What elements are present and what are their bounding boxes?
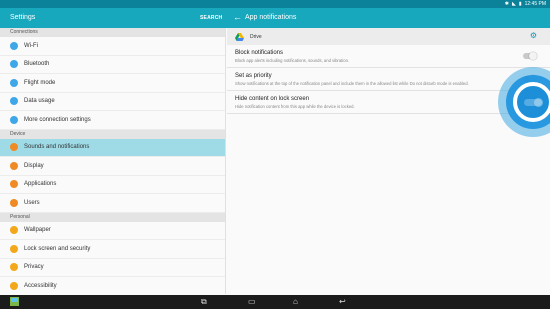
- sidebar-item-label: Privacy: [24, 264, 44, 271]
- sidebar-item-display[interactable]: Display: [0, 157, 225, 176]
- block-notifications-toggle[interactable]: [523, 52, 537, 60]
- display-icon: [10, 161, 18, 170]
- pref-title: Block notifications: [235, 50, 284, 56]
- sidebar-item-accessibility[interactable]: Accessibility: [0, 277, 225, 296]
- sidebar-item-privacy[interactable]: Privacy: [0, 259, 225, 277]
- sidebar-item-label: Lock screen and security: [24, 245, 91, 252]
- gallery-icon[interactable]: [10, 297, 19, 308]
- users-icon: [10, 198, 18, 207]
- more-connections-icon: [10, 115, 18, 124]
- sidebar-item-wallpaper[interactable]: Wallpaper: [0, 222, 225, 240]
- sidebar-item-label: Data usage: [24, 98, 55, 105]
- wifi-icon: ◣: [511, 1, 516, 7]
- battery-icon: ▮: [518, 1, 522, 7]
- sidebar-item-data-usage[interactable]: Data usage: [0, 93, 225, 111]
- sidebar-item-flight-mode[interactable]: Flight mode: [0, 74, 225, 93]
- hide-content-toggle[interactable]: [513, 82, 550, 122]
- block-notifications-row[interactable]: Block notifications Block app alerts inc…: [227, 45, 550, 68]
- section-header-device: Device: [0, 129, 225, 139]
- sidebar-item-wi-fi[interactable]: Wi-Fi: [0, 37, 225, 56]
- applications-icon: [10, 180, 18, 189]
- navigation-bar: ⧉ ▭ ⌂ ↩: [0, 295, 550, 309]
- sidebar-item-label: Sounds and notifications: [24, 144, 90, 151]
- wallpaper-icon: [10, 226, 18, 235]
- sidebar-item-more-connection-settings[interactable]: More connection settings: [0, 111, 225, 130]
- home-icon[interactable]: ⌂: [293, 297, 298, 306]
- sidebar-item-label: Users: [24, 199, 40, 206]
- sidebar-item-applications[interactable]: Applications: [0, 176, 225, 194]
- app-bar: Settings SEARCH ← App notifications: [0, 8, 550, 28]
- wifi-icon: [10, 41, 18, 50]
- privacy-icon: [10, 263, 18, 272]
- screen-icon[interactable]: ▭: [248, 297, 256, 306]
- back-icon[interactable]: ↩: [339, 297, 346, 306]
- toggle-switch[interactable]: [524, 98, 543, 107]
- sidebar-item-sounds-and-notifications[interactable]: Sounds and notifications: [0, 138, 225, 157]
- data-usage-icon: [10, 97, 18, 106]
- recent-apps-icon[interactable]: ⧉: [201, 297, 207, 306]
- page-title: App notifications: [245, 14, 297, 21]
- accessibility-icon: [10, 281, 18, 290]
- sidebar-item-label: Accessibility: [24, 282, 57, 289]
- sidebar-item-label: Display: [24, 162, 44, 169]
- search-button[interactable]: SEARCH: [200, 15, 222, 21]
- app-name: Drive: [250, 33, 262, 40]
- gear-icon[interactable]: ⚙: [530, 32, 537, 40]
- lock-icon: [10, 244, 18, 253]
- sidebar-item-label: More connection settings: [24, 116, 91, 123]
- sidebar-item-label: Bluetooth: [24, 61, 50, 68]
- sidebar-item-label: Wi-Fi: [24, 42, 38, 49]
- sidebar-item-label: Applications: [24, 181, 57, 188]
- pref-summary: Block app alerts including notifications…: [235, 58, 350, 63]
- airplane-icon: [10, 78, 18, 87]
- sidebar-item-lock-screen-and-security[interactable]: Lock screen and security: [0, 240, 225, 259]
- pref-title: Set as priority: [235, 73, 272, 79]
- sidebar-item-bluetooth[interactable]: Bluetooth: [0, 56, 225, 74]
- sidebar-item-label: Wallpaper: [24, 227, 51, 234]
- sidebar-item-users[interactable]: Users: [0, 194, 225, 213]
- drive-logo-icon: [235, 32, 244, 41]
- app-header-row: Drive ⚙: [227, 28, 550, 45]
- bluetooth-icon: [10, 60, 18, 69]
- section-header-connections: Connections: [0, 28, 225, 37]
- section-header-personal: Personal: [0, 212, 225, 222]
- status-bar: ✱ ◣ ▮ 12:45 PM: [0, 0, 550, 8]
- settings-title: Settings: [10, 14, 36, 21]
- bluetooth-icon: ✱: [504, 1, 509, 7]
- back-arrow-icon[interactable]: ←: [233, 12, 242, 22]
- status-time: 12:45 PM: [524, 1, 546, 7]
- app-notifications-pane: Drive ⚙ Block notifications Block app al…: [227, 28, 550, 294]
- settings-list: Connections Wi-Fi Bluetooth Flight mode Data…: [0, 28, 226, 296]
- sound-icon: [10, 143, 18, 152]
- sidebar-item-label: Flight mode: [24, 79, 56, 86]
